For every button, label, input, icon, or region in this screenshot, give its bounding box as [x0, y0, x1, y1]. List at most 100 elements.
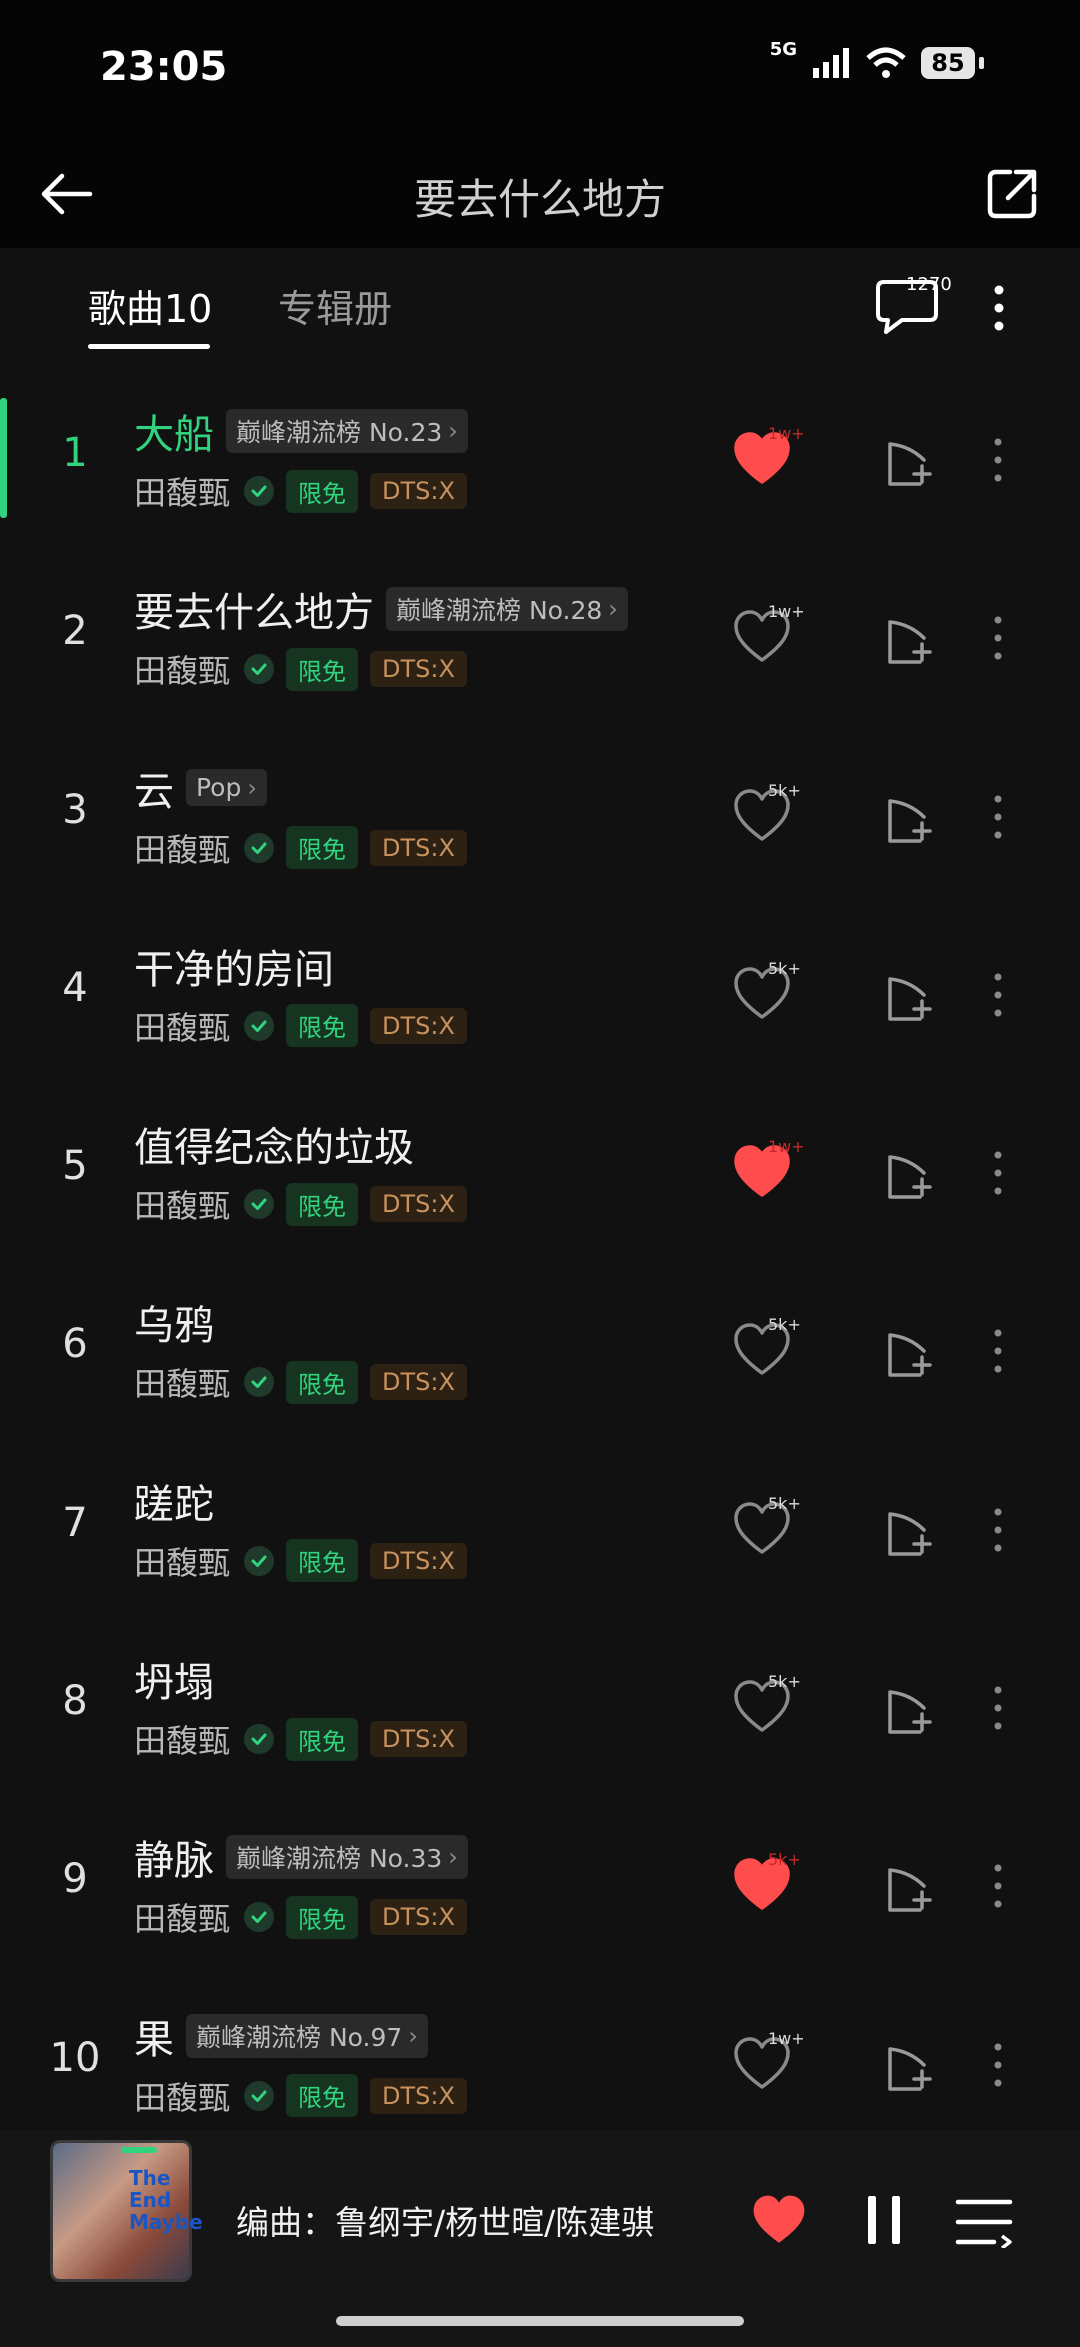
song-artist[interactable]: 田馥甄	[134, 825, 230, 871]
dts-badge: DTS:X	[370, 1721, 467, 1758]
song-rank: 3	[62, 786, 88, 833]
chart-tag[interactable]: 巅峰潮流榜 No.33 ›	[226, 1835, 468, 1880]
album-cover[interactable]: The End Maybe	[50, 2140, 203, 2282]
song-meta: 田馥甄 限免 DTS:X	[134, 646, 467, 692]
more-vertical-icon[interactable]	[986, 1143, 1010, 1203]
add-to-playlist-icon[interactable]	[884, 2031, 936, 2095]
add-to-playlist-icon[interactable]	[884, 783, 936, 847]
more-vertical-icon[interactable]	[986, 608, 1010, 668]
song-title-line: 果 巅峰潮流榜 No.97 ›	[134, 2007, 428, 2065]
free-badge: 限免	[286, 1717, 359, 1761]
dts-badge: DTS:X	[370, 1542, 467, 1579]
song-artist[interactable]: 田馥甄	[134, 1538, 230, 1584]
add-to-playlist-icon[interactable]	[884, 961, 936, 1025]
chevron-right-icon: ›	[408, 2021, 418, 2050]
chart-tag-label: 巅峰潮流榜 No.97	[196, 2022, 403, 2052]
mini-player[interactable]: The End Maybe 编曲：鲁纲宇/杨世暄/陈建骐	[0, 2130, 1080, 2347]
page-title: 要去什么地方	[413, 175, 666, 224]
system-icons: 5G 85	[770, 39, 984, 80]
song-title-line: 值得纪念的垃圾	[134, 1115, 414, 1173]
song-row[interactable]: 2 要去什么地方 巅峰潮流榜 No.28 › 田馥甄 限免 DTS:X 1w+	[0, 556, 1080, 734]
song-rank: 1	[62, 430, 88, 476]
chevron-right-icon: ›	[448, 417, 458, 445]
more-vertical-icon[interactable]	[986, 965, 1010, 1025]
add-to-playlist-icon[interactable]	[884, 1496, 936, 1560]
song-artist[interactable]: 田馥甄	[134, 1716, 230, 1762]
song-rank: 9	[62, 1856, 88, 1903]
more-vertical-icon[interactable]	[986, 1321, 1010, 1381]
add-to-playlist-icon[interactable]	[884, 426, 936, 490]
signal-icon	[813, 48, 849, 78]
tab-songs[interactable]: 歌曲10	[88, 278, 212, 333]
pause-icon[interactable]	[864, 2194, 904, 2246]
song-artist[interactable]: 田馥甄	[134, 1181, 230, 1227]
song-artist[interactable]: 田馥甄	[134, 2073, 230, 2119]
song-title-line: 蹉跎	[134, 1472, 214, 1530]
like-count: 5k+	[768, 1850, 801, 1870]
cover-progress-indicator	[121, 2147, 157, 2153]
song-artist[interactable]: 田馥甄	[134, 1359, 230, 1405]
add-to-playlist-icon[interactable]	[884, 1139, 936, 1203]
song-rank: 8	[62, 1678, 88, 1725]
chevron-right-icon: ›	[608, 595, 618, 624]
song-row[interactable]: 1 大船 巅峰潮流榜 No.23 › 田馥甄 限免 DTS:X 1w+	[0, 378, 1080, 556]
song-artist[interactable]: 田馥甄	[134, 1894, 230, 1940]
add-to-playlist-icon[interactable]	[884, 1852, 936, 1916]
song-artist[interactable]: 田馥甄	[134, 1003, 230, 1049]
song-artist[interactable]: 田馥甄	[134, 468, 230, 514]
dts-badge: DTS:X	[370, 1899, 467, 1936]
dts-badge: DTS:X	[370, 1007, 467, 1044]
downloaded-check-icon	[244, 1545, 275, 1576]
song-row[interactable]: 8 坍塌 田馥甄 限免 DTS:X 5k+	[0, 1626, 1080, 1804]
song-title: 云	[134, 768, 174, 815]
add-to-playlist-icon[interactable]	[884, 1674, 936, 1738]
dts-badge: DTS:X	[370, 1364, 467, 1401]
more-vertical-icon[interactable]	[986, 430, 1010, 490]
song-row[interactable]: 9 静脉 巅峰潮流榜 No.33 › 田馥甄 限免 DTS:X 5k+	[0, 1804, 1080, 1982]
like-count: 5k+	[768, 1672, 801, 1692]
downloaded-check-icon	[244, 476, 275, 506]
dts-badge: DTS:X	[370, 2077, 467, 2114]
dts-badge: DTS:X	[370, 651, 467, 688]
chevron-right-icon: ›	[247, 773, 257, 802]
downloaded-check-icon	[244, 1010, 275, 1041]
tab-albums[interactable]: 专辑册	[278, 278, 392, 333]
chevron-right-icon: ›	[448, 1843, 458, 1872]
more-vertical-icon[interactable]	[984, 278, 1014, 338]
free-badge: 限免	[286, 1539, 359, 1583]
song-title: 乌鸦	[134, 1303, 214, 1350]
like-count: 5k+	[768, 1493, 801, 1513]
song-row[interactable]: 7 蹉跎 田馥甄 限免 DTS:X 5k+	[0, 1448, 1080, 1626]
like-count: 5k+	[768, 958, 801, 978]
song-title-line: 干净的房间	[134, 937, 334, 995]
free-badge: 限免	[286, 469, 359, 513]
song-title: 坍塌	[134, 1660, 214, 1707]
song-row[interactable]: 4 干净的房间 田馥甄 限免 DTS:X 5k+	[0, 913, 1080, 1091]
song-meta: 田馥甄 限免 DTS:X	[134, 825, 467, 871]
network-type: 5G	[769, 38, 797, 60]
chart-tag[interactable]: 巅峰潮流榜 No.97 ›	[186, 2013, 428, 2058]
song-meta: 田馥甄 限免 DTS:X	[134, 1538, 467, 1584]
song-rank: 10	[49, 2034, 101, 2081]
add-to-playlist-icon[interactable]	[884, 604, 936, 668]
song-artist[interactable]: 田馥甄	[134, 646, 230, 692]
more-vertical-icon[interactable]	[986, 787, 1010, 847]
song-row[interactable]: 3 云 Pop › 田馥甄 限免 DTS:X 5k+	[0, 735, 1080, 913]
playlist-queue-icon[interactable]	[954, 2196, 1014, 2248]
share-icon[interactable]	[980, 162, 1044, 226]
more-vertical-icon[interactable]	[986, 1678, 1010, 1738]
chart-tag[interactable]: 巅峰潮流榜 No.28 ›	[386, 587, 628, 632]
chart-tag[interactable]: Pop ›	[186, 769, 267, 807]
more-vertical-icon[interactable]	[986, 1856, 1010, 1916]
heart-icon[interactable]	[748, 2192, 810, 2250]
more-vertical-icon[interactable]	[986, 2035, 1010, 2095]
chart-tag[interactable]: 巅峰潮流榜 No.23 ›	[226, 409, 468, 453]
song-meta: 田馥甄 限免 DTS:X	[134, 1181, 467, 1227]
song-row[interactable]: 6 乌鸦 田馥甄 限免 DTS:X 5k+	[0, 1269, 1080, 1447]
add-to-playlist-icon[interactable]	[884, 1317, 936, 1381]
song-row[interactable]: 5 值得纪念的垃圾 田馥甄 限免 DTS:X 1w+	[0, 1091, 1080, 1269]
song-title: 大船	[134, 412, 214, 458]
home-indicator[interactable]	[336, 2316, 744, 2326]
more-vertical-icon[interactable]	[986, 1500, 1010, 1560]
like-count: 5k+	[768, 1315, 801, 1335]
